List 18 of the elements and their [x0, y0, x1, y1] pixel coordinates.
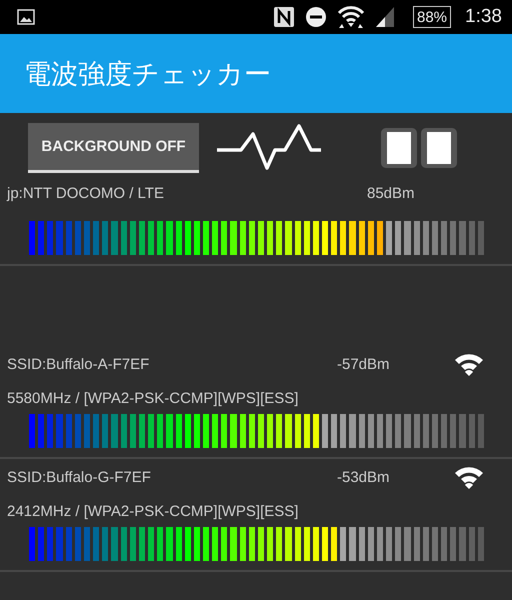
network-details: 5580MHz / [WPA2-PSK-CCMP][WPS][ESS] — [7, 388, 300, 408]
signal-reading: -57dBm — [337, 356, 391, 372]
signal-icon — [374, 6, 395, 28]
pause-button[interactable] — [381, 128, 459, 168]
background-button[interactable]: BACKGROUND OFF — [28, 123, 199, 173]
ssid-label: SSID:Buffalo-G-F7EF — [7, 468, 152, 486]
battery-indicator: 88% — [412, 6, 452, 28]
clock-time: 1:38 — [465, 6, 502, 28]
app-title: 電波強度チェッカー — [24, 58, 271, 92]
wifi-icon — [336, 5, 365, 29]
signal-reading: -53dBm — [337, 468, 391, 486]
ssid-label: SSID:Buffalo-A-F7EF — [7, 356, 150, 372]
signal-reading: 85dBm — [367, 184, 416, 202]
network-details: 2412MHz / [WPA2-PSK-CCMP][WPS][ESS] — [7, 502, 300, 522]
nfc-icon — [272, 6, 295, 28]
do-not-disturb-icon — [304, 6, 327, 28]
image-icon — [17, 9, 35, 25]
carrier-name: jp:NTT DOCOMO / LTE — [7, 184, 165, 202]
